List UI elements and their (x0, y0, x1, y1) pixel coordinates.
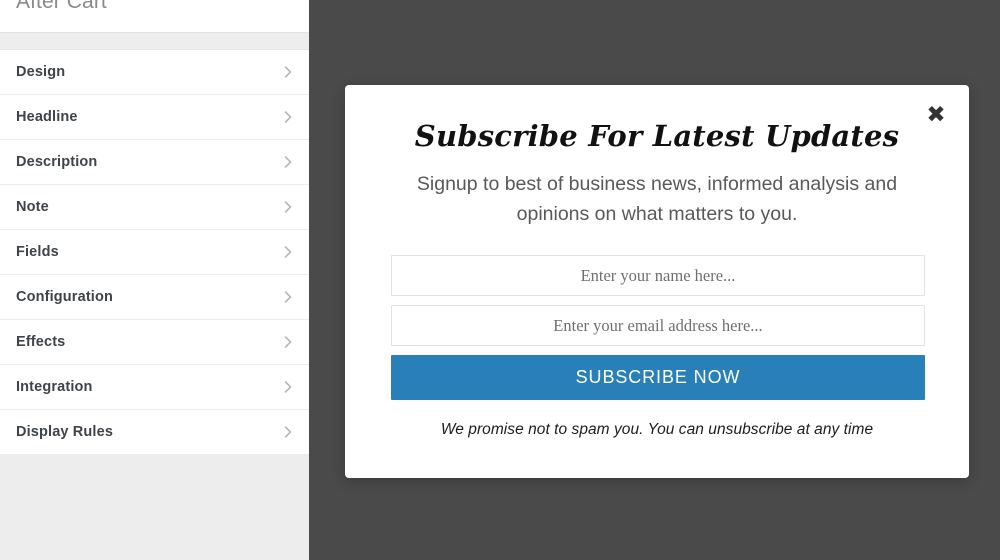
sidebar-item-label: Configuration (16, 289, 113, 305)
sidebar-item-label: Display Rules (16, 424, 114, 440)
chevron-right-icon (281, 155, 295, 169)
sidebar-item-label: Effects (16, 334, 66, 350)
popup-content: Subscribe For Latest Updates Signup to b… (345, 85, 969, 439)
email-input[interactable] (391, 305, 925, 347)
chevron-right-icon (281, 110, 295, 124)
sidebar-item-label: Design (16, 64, 66, 80)
close-icon[interactable]: ✖ (923, 102, 949, 128)
sidebar-item-headline[interactable]: Headline (0, 95, 309, 140)
subscribe-popup-modal: ✖ Subscribe For Latest Updates Signup to… (345, 85, 969, 478)
sidebar-item-label: Headline (16, 109, 78, 125)
sidebar-item-label: Note (16, 199, 49, 215)
chevron-right-icon (281, 245, 295, 259)
sidebar-item-configuration[interactable]: Configuration (0, 275, 309, 320)
sidebar-item-fields[interactable]: Fields (0, 230, 309, 275)
page-title: After Cart (16, 0, 107, 13)
popup-description: Signup to best of business news, informe… (416, 172, 898, 225)
sidebar-item-effects[interactable]: Effects (0, 320, 309, 365)
popup-footnote: We promise not to spam you. You can unsu… (440, 421, 874, 439)
settings-list: Design Headline Description Note Fields (0, 50, 309, 455)
sidebar-item-design[interactable]: Design (0, 50, 309, 95)
subscribe-now-button[interactable]: SUBSCRIBE NOW (391, 355, 925, 401)
name-input[interactable] (391, 255, 925, 297)
chevron-right-icon (281, 65, 295, 79)
sidebar-item-label: Fields (16, 244, 59, 260)
sidebar-item-label: Description (16, 154, 98, 170)
sidebar-item-note[interactable]: Note (0, 185, 309, 230)
chevron-right-icon (281, 425, 295, 439)
panel-divider-band (0, 32, 309, 50)
sidebar-item-integration[interactable]: Integration (0, 365, 309, 410)
panel-empty-area (0, 455, 309, 560)
chevron-right-icon (281, 380, 295, 394)
panel-title-bar: After Cart (0, 0, 309, 32)
sidebar-item-label: Integration (16, 379, 93, 395)
chevron-right-icon (281, 335, 295, 349)
sidebar-item-description[interactable]: Description (0, 140, 309, 185)
popup-headline: Subscribe For Latest Updates (414, 119, 900, 153)
settings-panel: After Cart Design Headline Description N… (0, 0, 309, 560)
chevron-right-icon (281, 200, 295, 214)
chevron-right-icon (281, 290, 295, 304)
sidebar-item-display-rules[interactable]: Display Rules (0, 410, 309, 455)
